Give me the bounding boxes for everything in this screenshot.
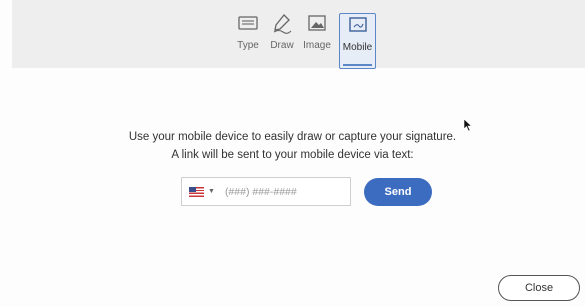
instruction-line-2: A link will be sent to your mobile devic… <box>171 149 414 161</box>
close-button[interactable]: Close <box>498 275 580 301</box>
image-icon <box>308 15 326 31</box>
phone-number-field: ▼ <box>181 177 351 206</box>
tab-draw-label: Draw <box>270 40 294 51</box>
send-button[interactable]: Send <box>364 178 432 206</box>
phone-input[interactable] <box>224 185 335 198</box>
tab-mobile[interactable]: Mobile <box>339 13 376 69</box>
tab-mobile-label: Mobile <box>342 42 373 53</box>
tab-image-label: Image <box>303 40 331 51</box>
chevron-down-icon[interactable]: ▼ <box>208 188 215 195</box>
mobile-device-icon <box>348 17 367 32</box>
tab-type[interactable]: Type <box>231 12 265 66</box>
mouse-cursor-icon <box>463 118 473 132</box>
keyboard-icon <box>238 16 258 30</box>
tab-type-label: Type <box>237 40 259 51</box>
tab-image[interactable]: Image <box>301 12 333 66</box>
signature-dialog: Type Draw Image Mobile Use your mobile d… <box>0 0 585 307</box>
us-flag-icon[interactable] <box>189 186 204 197</box>
pen-draw-icon <box>273 14 292 34</box>
active-tab-indicator <box>343 64 372 66</box>
tab-draw[interactable]: Draw <box>266 12 298 66</box>
signature-method-toolbar: Type Draw Image Mobile <box>12 0 585 69</box>
instruction-line-1: Use your mobile device to easily draw or… <box>128 131 457 143</box>
